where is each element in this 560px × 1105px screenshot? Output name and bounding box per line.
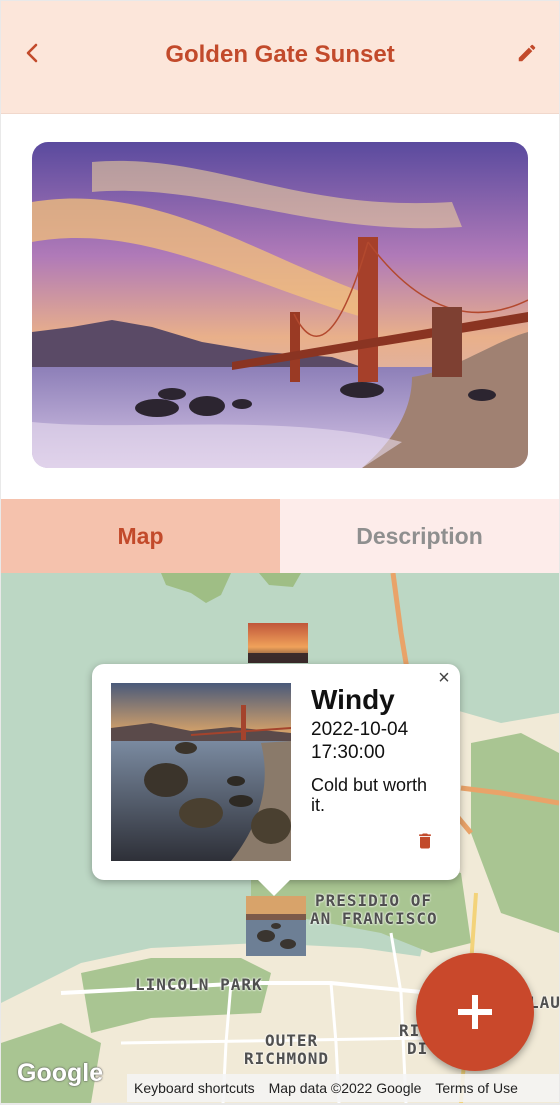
map-info-window: Windy 2022-10-04 17:30:00 Cold but worth… xyxy=(92,664,460,896)
trash-icon xyxy=(419,833,431,849)
map-attribution-bar: Keyboard shortcuts Map data ©2022 Google… xyxy=(127,1074,559,1102)
google-logo: Google xyxy=(17,1059,104,1087)
top-app-bar: Golden Gate Sunset xyxy=(1,1,559,114)
tab-map[interactable]: Map xyxy=(1,499,280,573)
popup-title: Windy xyxy=(311,684,395,715)
popup-description: Cold but worth it. xyxy=(311,775,428,815)
app-screen: Golden Gate Sunset Map Description PRESI… xyxy=(1,1,559,1103)
terms-of-use-link[interactable]: Terms of Use xyxy=(428,1080,524,1096)
edit-button[interactable] xyxy=(507,33,547,73)
map-marker-windy[interactable] xyxy=(246,896,306,956)
map-label-presidio-2: AN FRANCISCO xyxy=(310,909,438,928)
popup-date: 2022-10-04 17:30:00 xyxy=(311,719,409,763)
tab-description[interactable]: Description xyxy=(280,499,559,573)
popup-photo xyxy=(111,683,291,861)
close-icon[interactable]: × xyxy=(434,668,454,688)
tab-bar: Map Description xyxy=(1,499,559,573)
delete-button[interactable] xyxy=(415,831,435,856)
map-label-lincoln-park: LINCOLN PARK xyxy=(135,975,263,994)
hero-photo xyxy=(32,142,528,468)
map-marker-sunset[interactable] xyxy=(248,623,308,663)
add-button[interactable] xyxy=(416,953,534,1071)
map-label-presidio-1: PRESIDIO OF xyxy=(315,891,432,910)
map-data-link[interactable]: Map data ©2022 Google xyxy=(262,1080,429,1096)
map-label-outer-richmond-1: OUTER xyxy=(265,1031,319,1050)
pencil-icon xyxy=(518,44,536,62)
plus-icon xyxy=(458,995,492,1029)
keyboard-shortcuts-link[interactable]: Keyboard shortcuts xyxy=(127,1080,262,1096)
map-label-outer-richmond-2: RICHMOND xyxy=(244,1049,330,1068)
page-title: Golden Gate Sunset xyxy=(165,41,395,68)
